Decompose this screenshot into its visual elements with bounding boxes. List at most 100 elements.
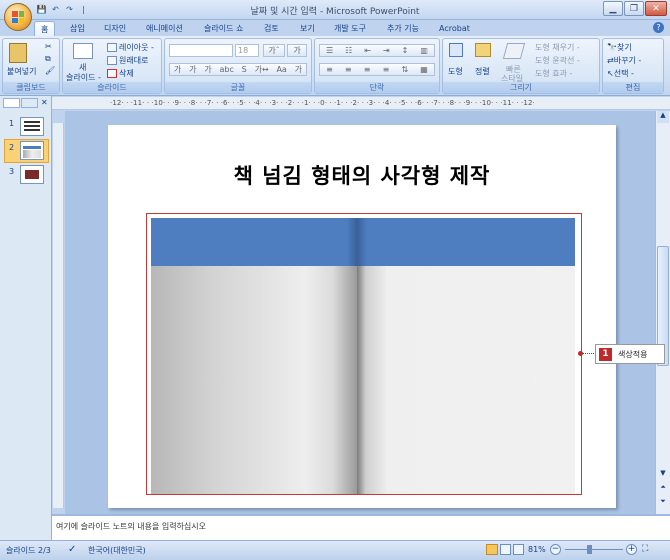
left-page-header[interactable] (151, 218, 357, 266)
minimize-button[interactable]: ▁ (603, 1, 623, 16)
quick-styles-icon[interactable] (502, 43, 526, 59)
grow-font-button[interactable]: 가ˆ (263, 44, 285, 57)
right-page-header[interactable] (357, 218, 575, 266)
tab-acrobat[interactable]: Acrobat (433, 21, 476, 36)
shape-fill-button[interactable]: 도형 채우기 - (535, 42, 580, 53)
tab-view[interactable]: 보기 (294, 21, 321, 36)
tab-home[interactable]: 홈 (34, 21, 56, 36)
tab-design[interactable]: 디자인 (98, 21, 132, 36)
align-row[interactable]: ≡ ≡ ≡ ≡ ⇅ ▦ (319, 63, 435, 76)
delete-slide-button[interactable]: 삭제 (107, 68, 134, 79)
reset-icon (107, 56, 117, 65)
ribbon-tabs: 홈 삽입 디자인 애니메이션 슬라이드 쇼 검토 보기 개발 도구 추가 기능 … (0, 20, 670, 36)
vertical-scrollbar[interactable]: ▲ ▼ ⏶ ⏷ (655, 111, 670, 514)
line-spacing-icon[interactable]: ↕ (402, 46, 409, 55)
tab-slideshow[interactable]: 슬라이드 쇼 (198, 21, 249, 36)
arrange-button[interactable]: 정렬 (475, 66, 490, 77)
justify-icon[interactable]: ≡ (383, 65, 390, 74)
slideshow-view-icon[interactable] (513, 544, 524, 555)
maximize-button[interactable]: ❐ (624, 1, 644, 16)
shapes-icon[interactable] (449, 43, 463, 57)
left-page[interactable] (151, 266, 357, 494)
align-left-icon[interactable]: ≡ (326, 65, 333, 74)
slide-title[interactable]: 책 넘김 형태의 사각형 제작 (108, 160, 616, 190)
strike-icon[interactable]: abc (219, 65, 233, 74)
slide-thumbnail-1[interactable] (20, 117, 44, 136)
next-slide-icon[interactable]: ⏷ (657, 497, 669, 509)
shape-effects-button[interactable]: 도형 효과 - (535, 68, 572, 79)
tab-review[interactable]: 검토 (258, 21, 285, 36)
group-editing: 🔭찾기 ⇄바꾸기 - ↖선택 - 편집 (602, 38, 664, 94)
save-icon[interactable]: 💾 (36, 4, 47, 15)
reset-button[interactable]: 원래대로 (107, 55, 148, 66)
select-button[interactable]: ↖선택 - (607, 68, 634, 79)
prev-slide-icon[interactable]: ⏶ (657, 483, 669, 495)
slide-thumbnail-3[interactable] (20, 165, 44, 184)
zoom-in-icon[interactable]: + (626, 544, 637, 555)
zoom-slider-thumb[interactable] (587, 545, 592, 554)
book-shape-selection[interactable] (146, 213, 582, 495)
sorter-view-icon[interactable] (500, 544, 511, 555)
arrange-icon[interactable] (475, 43, 491, 57)
right-page[interactable] (357, 266, 575, 494)
tab-developer[interactable]: 개발 도구 (328, 21, 372, 36)
list-row[interactable]: ☰ ☷ ⇤ ⇥ ↕ ▥ (319, 44, 435, 57)
close-pane-icon[interactable]: ✕ (41, 98, 48, 107)
qat-separator: | (82, 5, 85, 14)
clear-format-button[interactable]: 가 (287, 44, 307, 57)
tab-animation[interactable]: 애니메이션 (140, 21, 189, 36)
office-button[interactable] (4, 3, 32, 31)
find-button[interactable]: 🔭찾기 (607, 42, 632, 53)
align-right-icon[interactable]: ≡ (364, 65, 371, 74)
outline-tab[interactable] (21, 98, 38, 108)
zoom-level[interactable]: 81% (528, 545, 546, 554)
smartart-icon[interactable]: ▦ (420, 65, 428, 74)
copy-icon[interactable]: ⧉ (45, 54, 51, 64)
shadow-icon[interactable]: S (242, 65, 247, 74)
indent-icon[interactable]: ⇤ (364, 46, 371, 55)
spellcheck-icon[interactable]: ✓ (68, 544, 76, 555)
tab-addins[interactable]: 추가 기능 (381, 21, 425, 36)
bullets-icon[interactable]: ☰ (326, 46, 333, 55)
format-painter-icon[interactable]: 🖌 (45, 66, 55, 75)
slides-tab[interactable] (3, 98, 20, 108)
numbering-icon[interactable]: ☷ (345, 46, 352, 55)
help-icon[interactable]: ? (653, 22, 664, 33)
scroll-down-icon[interactable]: ▼ (657, 469, 669, 481)
underline-icon[interactable]: 가 (204, 64, 211, 75)
layout-button[interactable]: 레이아웃 - (107, 42, 154, 53)
slide[interactable]: 책 넘김 형태의 사각형 제작 1 색상적용 (108, 125, 665, 508)
font-color-icon[interactable]: 가 (295, 64, 302, 75)
align-center-icon[interactable]: ≡ (345, 65, 352, 74)
paste-button[interactable]: 붙여넣기 (7, 66, 36, 77)
slide-thumbnail-2[interactable] (20, 141, 44, 160)
notes-pane[interactable]: 여기에 슬라이드 노트의 내용을 입력하십시오 (52, 514, 670, 540)
font-format-row[interactable]: 가 가 가 abc S 가↔ Aa 가 (169, 63, 307, 76)
text-direction-icon[interactable]: ⇅ (401, 65, 408, 74)
new-slide-icon[interactable] (73, 43, 93, 59)
zoom-slider-track[interactable] (565, 549, 623, 550)
redo-icon[interactable]: ↷ (64, 4, 75, 15)
fit-window-icon[interactable]: ⛶ (642, 544, 654, 555)
tab-insert[interactable]: 삽입 (64, 21, 91, 36)
shapes-button[interactable]: 도형 (448, 66, 463, 77)
window-title: 날짜 및 시간 입력 - Microsoft PowerPoint (250, 7, 420, 17)
columns-icon[interactable]: ▥ (420, 46, 428, 55)
italic-icon[interactable]: 가 (189, 64, 196, 75)
replace-button[interactable]: ⇄바꾸기 - (607, 55, 641, 66)
bold-icon[interactable]: 가 (174, 64, 181, 75)
font-name-input[interactable] (169, 44, 233, 57)
font-size-input[interactable]: 18 (235, 44, 259, 57)
shape-outline-button[interactable]: 도형 윤곽선 - (535, 55, 580, 66)
scroll-up-icon[interactable]: ▲ (657, 111, 669, 123)
normal-view-icon[interactable] (486, 544, 498, 555)
zoom-out-icon[interactable]: − (550, 544, 561, 555)
close-button[interactable]: ✕ (645, 1, 667, 16)
undo-icon[interactable]: ↶ (50, 4, 61, 15)
spacing-icon[interactable]: 가↔ (255, 64, 269, 75)
language-status[interactable]: 한국어(대한민국) (88, 545, 146, 556)
cut-icon[interactable]: ✂ (45, 42, 52, 51)
case-icon[interactable]: Aa (276, 65, 286, 74)
outdent-icon[interactable]: ⇥ (383, 46, 390, 55)
paste-icon[interactable] (9, 43, 27, 63)
